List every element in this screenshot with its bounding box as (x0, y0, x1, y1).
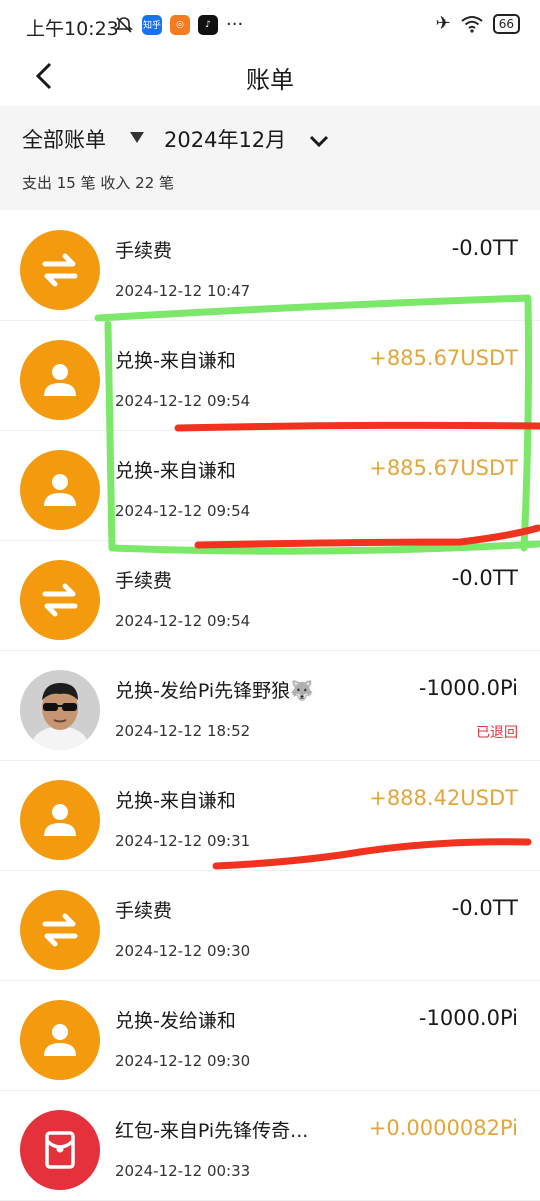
status-notification-icons: 知乎 ◎ ♪ ··· (114, 14, 243, 35)
transaction-time: 2024-12-12 09:54 (115, 612, 251, 630)
tiktok-icon: ♪ (198, 14, 218, 35)
user-photo-avatar (20, 670, 100, 750)
chevron-down-icon[interactable] (306, 128, 332, 154)
swap-icon (20, 890, 100, 970)
transaction-time: 2024-12-12 09:54 (115, 392, 251, 410)
transaction-amount: +888.42USDT (369, 786, 518, 810)
zhihu-app-icon: 知乎 (142, 14, 162, 35)
list-item[interactable]: 兑换-来自谦和 2024-12-12 09:54 +885.67USDT (0, 432, 540, 541)
transaction-amount: +885.67USDT (369, 346, 518, 370)
red-packet-icon (20, 1110, 100, 1190)
dropdown-triangle-icon[interactable] (130, 132, 144, 143)
transaction-amount: -0.0TT (451, 566, 518, 590)
person-icon (20, 340, 100, 420)
transaction-title: 兑换-来自谦和 (115, 790, 236, 812)
title-bar: 账单 (0, 52, 540, 104)
transaction-amount: -1000.0Pi (418, 1006, 518, 1030)
filter-panel: 全部账单 2024年12月 支出 15 笔 收入 22 笔 (0, 106, 540, 210)
list-item[interactable]: 手续费 2024-12-12 10:47 -0.0TT (0, 212, 540, 321)
list-item[interactable]: 手续费 2024-12-12 09:30 -0.0TT (0, 872, 540, 981)
person-icon (20, 780, 100, 860)
transaction-amount: +885.67USDT (369, 456, 518, 480)
list-item[interactable]: 兑换-来自谦和 2024-12-12 09:54 +885.67USDT (0, 322, 540, 431)
transaction-counts: 支出 15 笔 收入 22 笔 (22, 174, 175, 192)
transaction-time: 2024-12-12 10:47 (115, 282, 251, 300)
transaction-title: 红包-来自Pi先锋传奇... (115, 1120, 309, 1142)
refund-status-label: 已退回 (476, 725, 518, 741)
transaction-time: 2024-12-12 09:54 (115, 502, 251, 520)
transaction-title: 兑换-发给Pi先锋野狼🐺 (115, 680, 314, 702)
app-notification-icon: ◎ (170, 14, 190, 35)
transaction-title: 兑换-发给谦和 (115, 1010, 236, 1032)
transaction-title: 兑换-来自谦和 (115, 460, 236, 482)
transaction-time: 2024-12-12 00:33 (115, 1162, 251, 1180)
transaction-title: 兑换-来自谦和 (115, 350, 236, 372)
list-item[interactable]: 兑换-来自谦和 2024-12-12 09:31 +888.42USDT (0, 762, 540, 871)
more-dots-icon: ··· (226, 14, 244, 35)
transaction-title: 手续费 (115, 900, 173, 922)
category-filter[interactable]: 全部账单 (22, 124, 106, 154)
transaction-time: 2024-12-12 09:31 (115, 832, 251, 850)
swap-icon (20, 230, 100, 310)
list-item[interactable]: 兑换-发给Pi先锋野狼🐺 2024-12-12 18:52 -1000.0Pi … (0, 652, 540, 761)
list-item[interactable]: 红包-来自Pi先锋传奇... 2024-12-12 00:33 +0.00000… (0, 1092, 540, 1201)
transaction-amount: -0.0TT (451, 236, 518, 260)
transaction-amount: -1000.0Pi (418, 676, 518, 700)
list-item[interactable]: 手续费 2024-12-12 09:54 -0.0TT (0, 542, 540, 651)
transaction-amount: +0.0000082Pi (368, 1116, 518, 1140)
transaction-title: 手续费 (115, 240, 173, 262)
page-title: 账单 (246, 66, 294, 94)
transaction-title: 手续费 (115, 570, 173, 592)
person-icon (20, 1000, 100, 1080)
wifi-icon (461, 15, 483, 33)
status-time: 上午10:23 (26, 18, 119, 40)
person-icon (20, 450, 100, 530)
month-selector[interactable]: 2024年12月 (164, 124, 286, 154)
transaction-amount: -0.0TT (451, 896, 518, 920)
status-bar: 上午10:23 知乎 ◎ ♪ ··· ✈ 66 (0, 0, 540, 52)
swap-icon (20, 560, 100, 640)
transaction-time: 2024-12-12 09:30 (115, 1052, 251, 1070)
mute-bell-icon (115, 16, 133, 33)
status-right-icons: ✈ 66 (436, 13, 520, 34)
transaction-time: 2024-12-12 09:30 (115, 942, 251, 960)
transaction-time: 2024-12-12 18:52 (115, 722, 251, 740)
battery-icon: 66 (492, 13, 520, 34)
airplane-icon: ✈ (435, 13, 451, 34)
list-item[interactable]: 兑换-发给谦和 2024-12-12 09:30 -1000.0Pi (0, 982, 540, 1091)
